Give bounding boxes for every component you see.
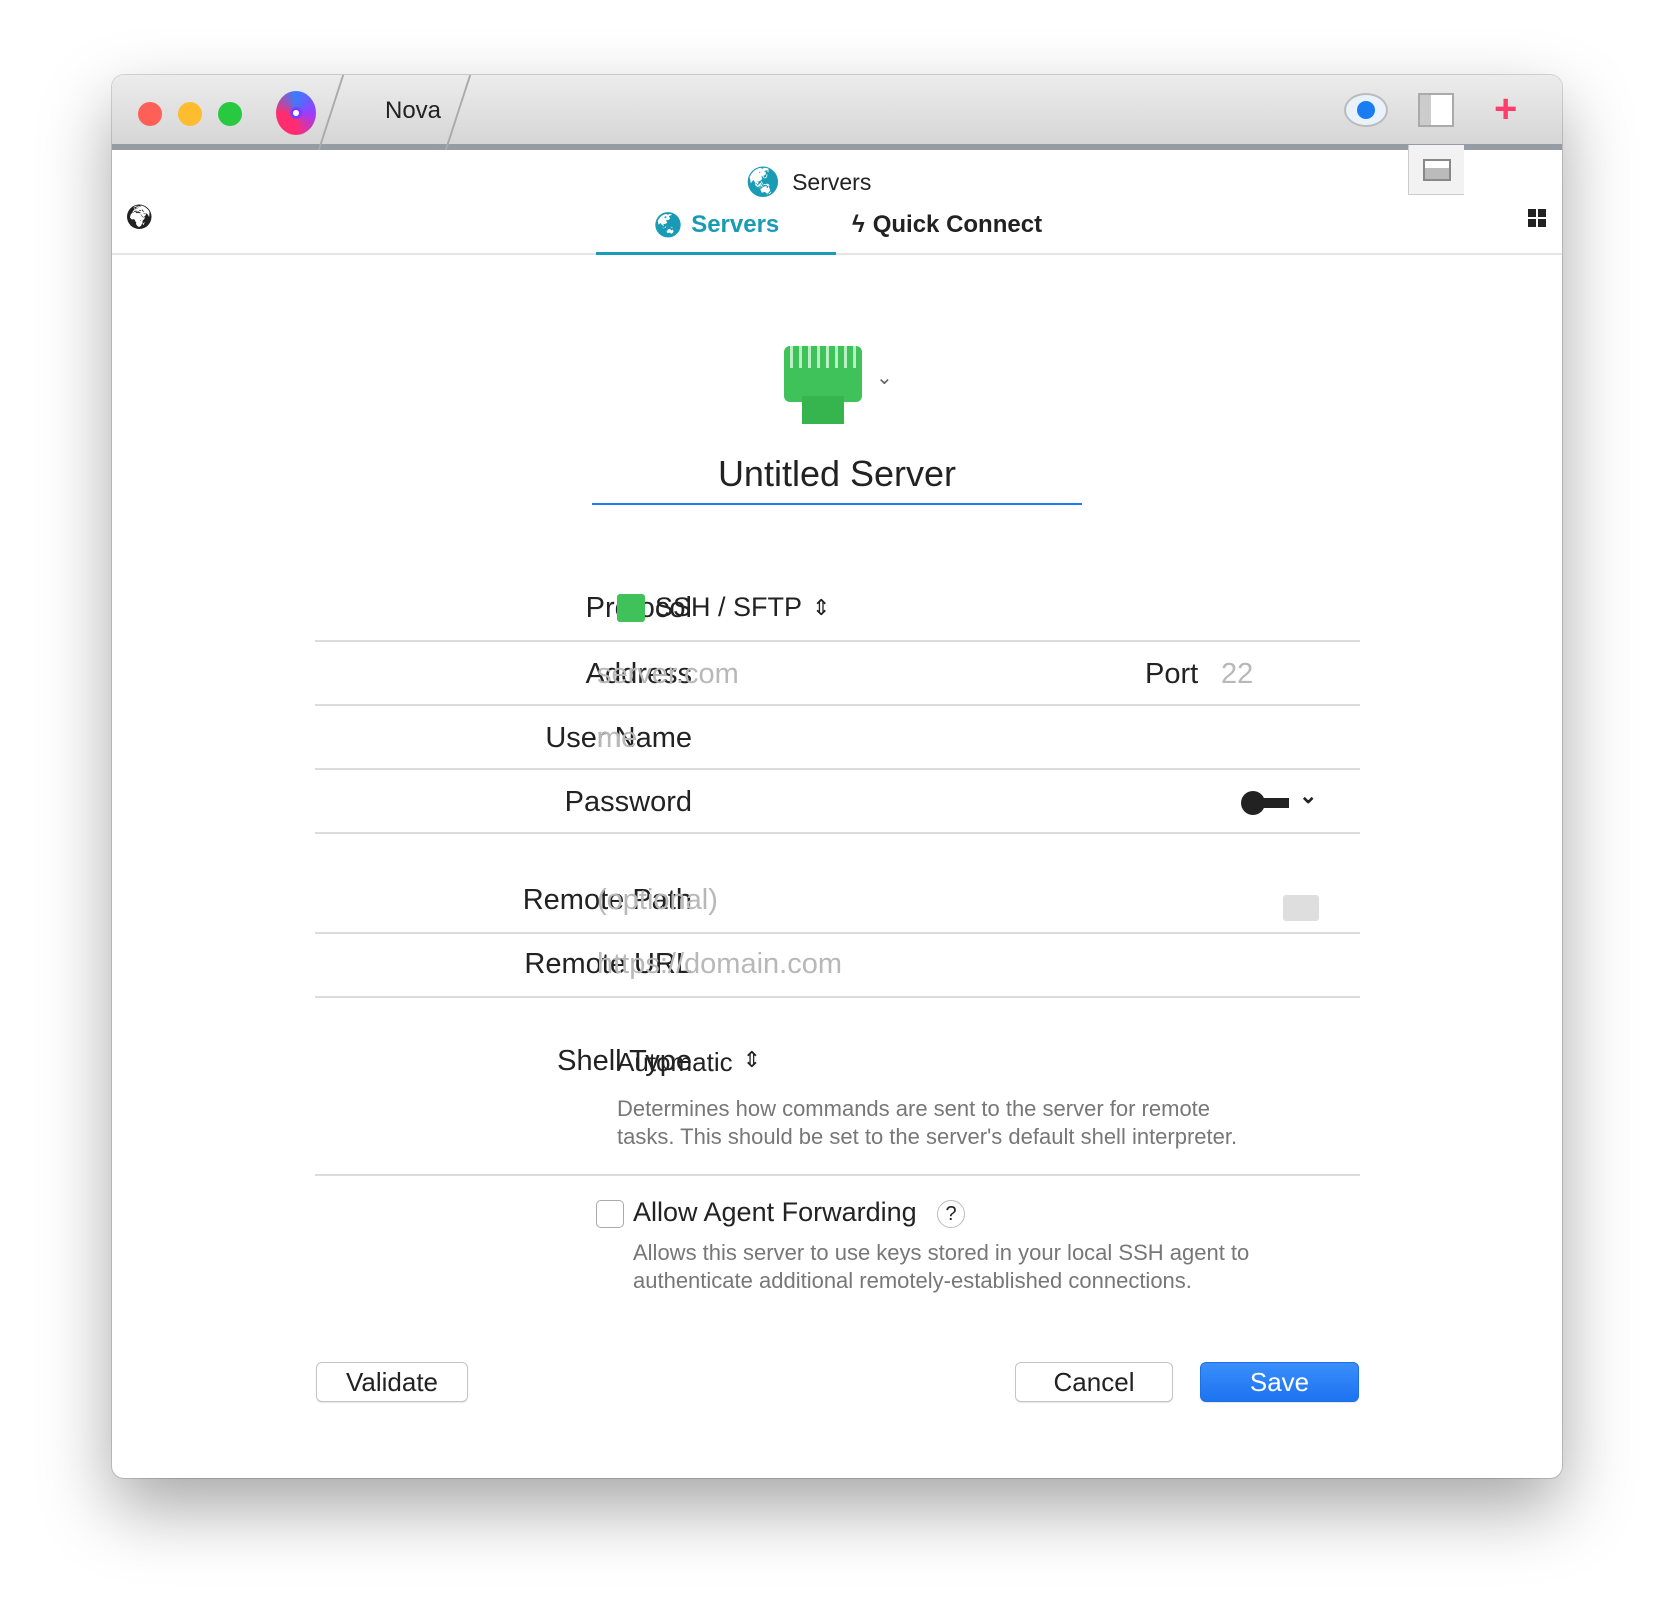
agent-forwarding-description: Allows this server to use keys stored in…: [633, 1240, 1250, 1293]
sidebar-toggle-icon[interactable]: [1408, 145, 1464, 195]
agent-forwarding-checkbox[interactable]: [596, 1200, 624, 1228]
up-down-chevron-icon: ⇕: [742, 1047, 762, 1072]
servers-window: Nova + 🌏︎ Servers 🌍︎ 🌏︎ Servers ϟ Quick Co…: [112, 75, 1562, 1478]
remote-path-input[interactable]: (optional): [597, 884, 718, 917]
validate-button[interactable]: Validate: [316, 1362, 468, 1402]
port-label: Port: [1145, 658, 1199, 690]
panel-title: Servers: [792, 169, 872, 195]
tab-quick-connect[interactable]: ϟ Quick Connect: [852, 211, 1042, 255]
shell-type-select[interactable]: Automatic ⇕: [617, 1047, 761, 1078]
tab-label: Servers: [691, 211, 780, 238]
server-name-field[interactable]: Untitled Server: [592, 453, 1082, 495]
save-button[interactable]: Save: [1200, 1362, 1359, 1402]
lightning-icon: ϟ: [852, 211, 865, 238]
protocol-value: SSH / SFTP: [655, 592, 803, 622]
tab-servers[interactable]: 🌏︎ Servers: [596, 211, 836, 255]
panel-header: 🌏︎ Servers: [744, 165, 871, 200]
globe-icon: 🌏︎: [744, 166, 783, 199]
shell-type-value: Automatic: [617, 1047, 733, 1077]
zoom-button[interactable]: [218, 102, 242, 126]
key-icon[interactable]: [1241, 791, 1289, 815]
up-down-chevron-icon: ⇕: [812, 594, 831, 620]
nova-logo-icon: [276, 91, 316, 135]
username-input[interactable]: me: [597, 722, 637, 755]
window-tab-title[interactable]: Nova: [385, 97, 441, 125]
browse-folder-icon[interactable]: [1283, 895, 1319, 921]
chevron-down-icon[interactable]: ⌄: [876, 365, 893, 390]
preview-eye-icon[interactable]: [1344, 93, 1388, 127]
shell-type-description: Determines how commands are sent to the …: [617, 1096, 1238, 1149]
ssh-icon: [617, 593, 645, 622]
globe-menu-icon[interactable]: 🌍︎: [124, 203, 154, 232]
cancel-button[interactable]: Cancel: [1015, 1362, 1173, 1402]
password-input[interactable]: [597, 775, 1197, 825]
close-button[interactable]: [138, 102, 162, 126]
globe-icon: 🌏︎: [652, 212, 684, 239]
address-input[interactable]: server.com: [597, 658, 739, 691]
grid-view-icon[interactable]: [1528, 209, 1546, 227]
layout-panels-icon[interactable]: [1418, 93, 1454, 127]
add-sparkle-icon[interactable]: +: [1494, 89, 1517, 129]
port-input[interactable]: 22: [1221, 658, 1253, 691]
tab-label: Quick Connect: [872, 211, 1043, 238]
ssh-port-icon[interactable]: [784, 346, 862, 424]
help-button[interactable]: ?: [937, 1200, 965, 1228]
title-bar: Nova +: [112, 75, 1562, 150]
minimize-button[interactable]: [178, 102, 202, 126]
agent-forwarding-label[interactable]: Allow Agent Forwarding: [633, 1197, 917, 1228]
remote-url-input[interactable]: https://domain.com: [597, 948, 842, 981]
chevron-down-icon[interactable]: ⌄: [1299, 783, 1317, 809]
protocol-select[interactable]: SSH / SFTP ⇕: [617, 592, 830, 623]
